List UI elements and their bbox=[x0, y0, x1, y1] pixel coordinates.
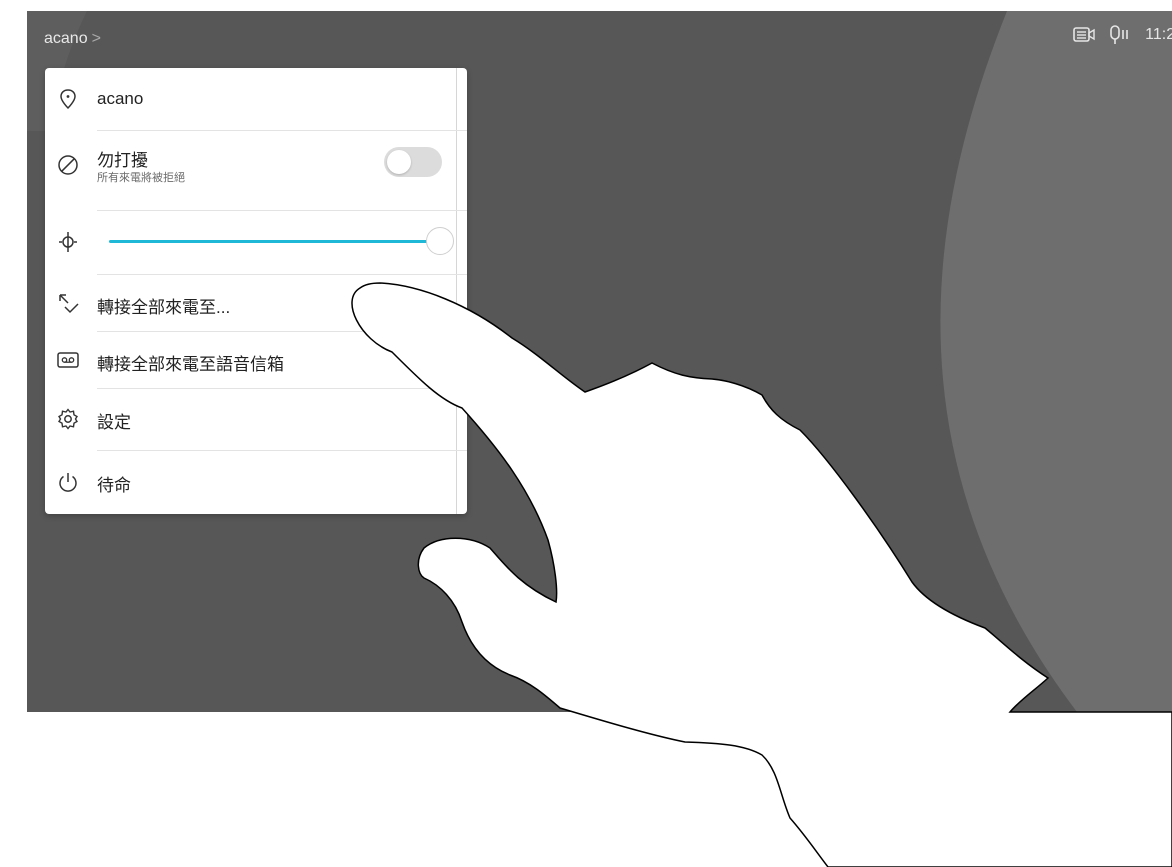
dnd-toggle[interactable] bbox=[384, 147, 442, 177]
gear-icon bbox=[57, 408, 79, 430]
dnd-label: 勿打擾 bbox=[97, 151, 148, 170]
microphone-settings-icon[interactable] bbox=[1109, 25, 1131, 45]
menu-item-settings[interactable]: 設定 bbox=[45, 389, 456, 450]
brightness-slider-track[interactable] bbox=[109, 240, 441, 243]
toggle-knob bbox=[387, 150, 411, 174]
location-label: acano bbox=[97, 89, 144, 108]
menu-item-location[interactable]: acano bbox=[45, 68, 456, 130]
brightness-icon bbox=[57, 231, 79, 253]
device-screen: acano > 11:28 bbox=[27, 11, 1172, 712]
power-icon bbox=[57, 471, 79, 493]
menu-item-standby[interactable]: 待命 bbox=[45, 451, 456, 514]
top-bar: acano > 11:28 bbox=[27, 11, 1172, 66]
dnd-sublabel: 所有來電將被拒絕 bbox=[97, 172, 185, 184]
quick-settings-panel: acano 勿打擾 所有來電將被拒絕 轉接全部來電至... 轉接全部來電至語音信… bbox=[45, 68, 467, 514]
voicemail-icon bbox=[57, 349, 79, 371]
menu-item-brightness bbox=[45, 211, 456, 274]
location-pin-icon bbox=[57, 88, 79, 110]
chevron-right-icon: > bbox=[91, 30, 101, 47]
clock: 11:28 bbox=[1145, 26, 1172, 43]
call-forward-icon bbox=[57, 292, 79, 314]
status-area: 11:28 bbox=[1073, 25, 1172, 45]
scrollbar-track bbox=[456, 68, 457, 514]
menu-item-forward-all[interactable]: 轉接全部來電至... bbox=[45, 275, 456, 331]
menu-item-do-not-disturb[interactable]: 勿打擾 所有來電將被拒絕 bbox=[45, 131, 456, 210]
breadcrumb[interactable]: acano > bbox=[44, 30, 101, 48]
do-not-disturb-icon bbox=[57, 154, 79, 176]
menu-item-forward-voicemail[interactable]: 轉接全部來電至語音信箱 bbox=[45, 332, 456, 388]
forward-voicemail-label: 轉接全部來電至語音信箱 bbox=[97, 355, 284, 374]
breadcrumb-label: acano bbox=[44, 30, 88, 47]
brightness-slider-handle[interactable] bbox=[426, 227, 454, 255]
settings-label: 設定 bbox=[97, 413, 131, 432]
video-settings-icon[interactable] bbox=[1073, 25, 1095, 45]
forward-all-label: 轉接全部來電至... bbox=[97, 298, 231, 317]
standby-label: 待命 bbox=[97, 476, 131, 495]
